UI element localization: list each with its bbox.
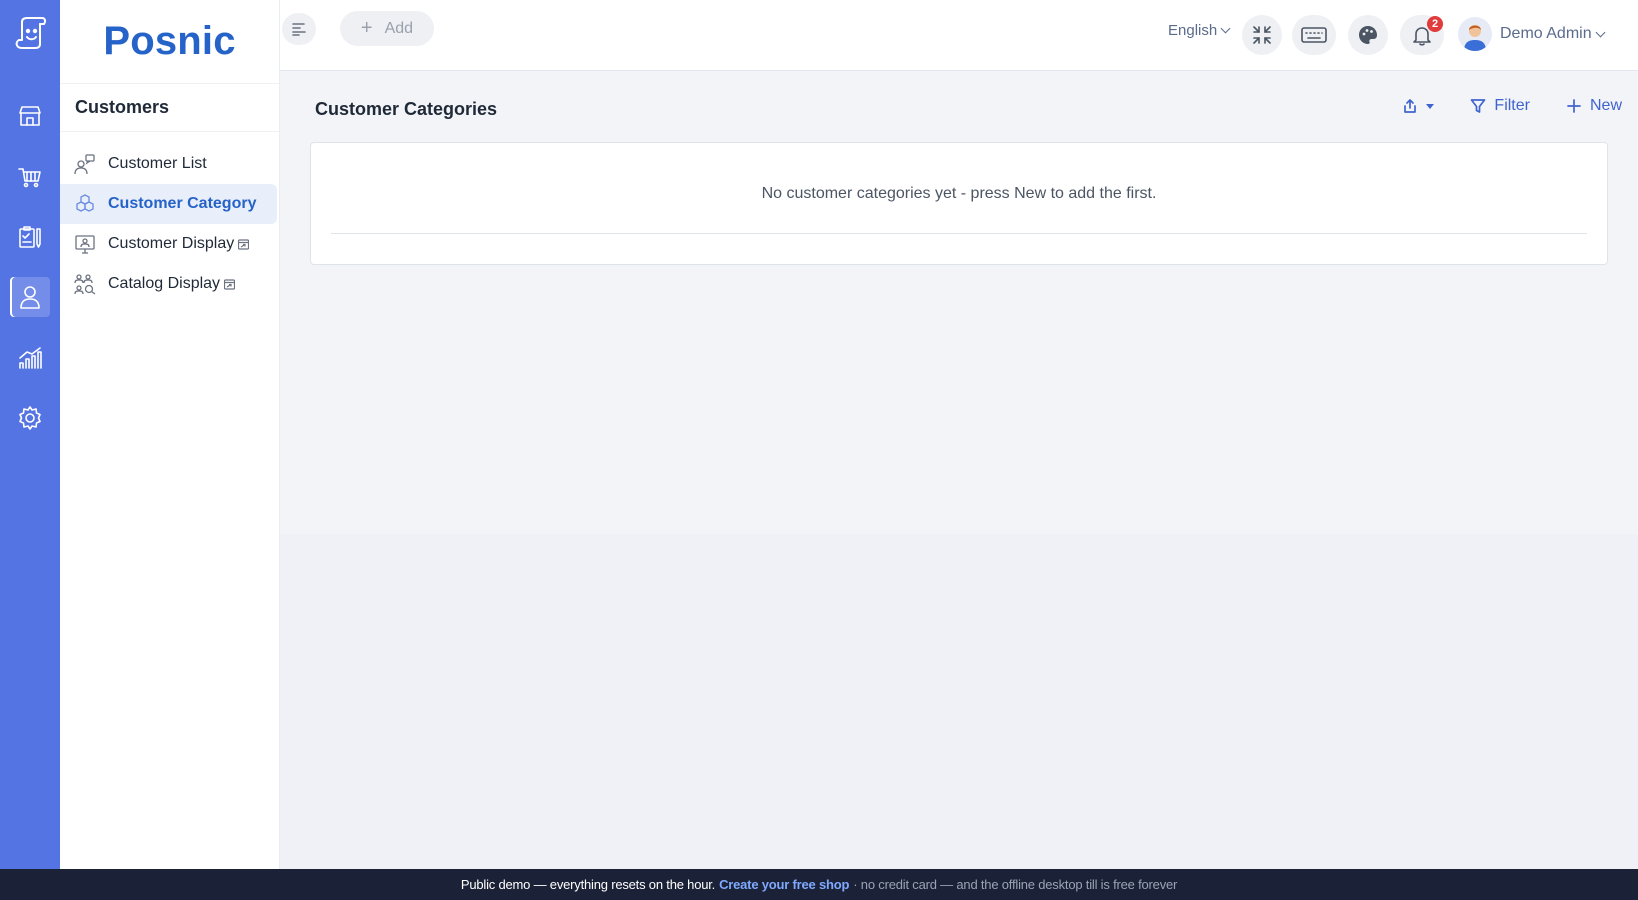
create-shop-link[interactable]: Create your free shop	[719, 877, 849, 892]
person-icon	[20, 286, 40, 309]
keyboard-icon	[1301, 27, 1327, 43]
customers-sidebar: Posnic Customers Customer List Customer …	[60, 0, 280, 869]
cart-icon	[18, 168, 41, 188]
chart-bars-icon	[19, 347, 42, 369]
filter-button[interactable]: Filter	[1470, 97, 1530, 115]
palette-icon	[1359, 26, 1377, 44]
rail-sales[interactable]	[10, 156, 50, 196]
sidebar-item-label: Customer Category	[108, 195, 257, 212]
user-name: Demo Admin	[1500, 25, 1592, 42]
rail-inventory[interactable]	[10, 217, 50, 257]
filter-icon	[1471, 99, 1486, 113]
customer-list-icon	[74, 153, 96, 175]
rail-settings[interactable]	[10, 398, 50, 438]
banner-subtext: · no credit card — and the offline deskt…	[853, 877, 1178, 892]
fullscreen-icon	[1253, 26, 1271, 44]
sidebar-list: Customer List Customer Category Customer…	[60, 132, 279, 304]
brand-name: Posnic	[103, 19, 236, 63]
clipboard-icon	[19, 226, 41, 248]
sidebar-item-customer-list[interactable]: Customer List	[60, 144, 277, 184]
filter-label: Filter	[1494, 97, 1530, 114]
external-link-icon	[224, 278, 236, 290]
language-label: English	[1168, 22, 1218, 39]
notifications-button[interactable]: 2	[1400, 15, 1444, 55]
new-label: New	[1589, 97, 1622, 114]
keyboard-shortcuts-button[interactable]	[1292, 15, 1336, 55]
caret-down-icon	[1426, 103, 1435, 109]
theme-button[interactable]	[1348, 15, 1388, 55]
export-button[interactable]	[1402, 98, 1435, 114]
rail-store[interactable]	[10, 96, 50, 136]
plus-icon	[1567, 99, 1581, 113]
cubes-icon	[74, 193, 96, 215]
main-content: Customer Categories Filter New No custom…	[280, 71, 1638, 534]
demo-banner: Public demo — everything resets on the h…	[0, 869, 1638, 900]
page-title: Customer Categories	[315, 99, 498, 119]
people-search-icon	[74, 273, 96, 295]
sidebar-item-customer-display[interactable]: Customer Display	[60, 224, 277, 264]
external-link-icon	[238, 238, 250, 250]
plus-icon: +	[360, 17, 373, 39]
notification-count-badge: 2	[1427, 16, 1443, 32]
page-actions: Filter New	[1366, 97, 1622, 115]
categories-table-card: No customer categories yet - press New t…	[310, 142, 1608, 265]
sidebar-item-customer-category[interactable]: Customer Category	[60, 184, 277, 224]
app-logo-icon[interactable]	[10, 14, 50, 54]
menu-toggle-button[interactable]	[282, 13, 316, 45]
empty-state-message: No customer categories yet - press New t…	[761, 185, 1157, 202]
new-button[interactable]: New	[1566, 97, 1622, 115]
store-icon	[19, 106, 41, 126]
rail-reports[interactable]	[10, 338, 50, 378]
add-button-label: Add	[384, 19, 414, 37]
banner-text: Public demo — everything resets on the h…	[460, 877, 716, 892]
brand-logo[interactable]: Posnic	[60, 0, 279, 84]
add-button[interactable]: + Add	[340, 11, 434, 46]
upload-icon	[1404, 99, 1417, 113]
sidebar-item-label: Customer List	[108, 155, 207, 172]
user-menu[interactable]: Demo Admin	[1458, 17, 1606, 51]
icon-rail	[0, 0, 60, 869]
monitor-icon	[74, 233, 96, 255]
sidebar-section-title: Customers	[60, 84, 279, 132]
divider	[331, 233, 1587, 234]
language-select[interactable]: English	[1168, 22, 1231, 39]
sidebar-item-label: Catalog Display	[108, 275, 221, 292]
content-background	[280, 534, 1638, 869]
avatar	[1458, 17, 1492, 51]
chevron-down-icon	[1220, 23, 1231, 34]
align-left-icon	[292, 23, 306, 36]
sidebar-item-catalog-display[interactable]: Catalog Display	[60, 264, 277, 304]
rail-customers[interactable]	[10, 277, 50, 317]
top-header: + Add English 2 Demo Admin	[280, 0, 1638, 71]
fullscreen-button[interactable]	[1242, 15, 1282, 55]
chevron-down-icon	[1595, 27, 1606, 37]
sidebar-item-label: Customer Display	[108, 235, 235, 252]
gear-icon	[19, 406, 41, 430]
